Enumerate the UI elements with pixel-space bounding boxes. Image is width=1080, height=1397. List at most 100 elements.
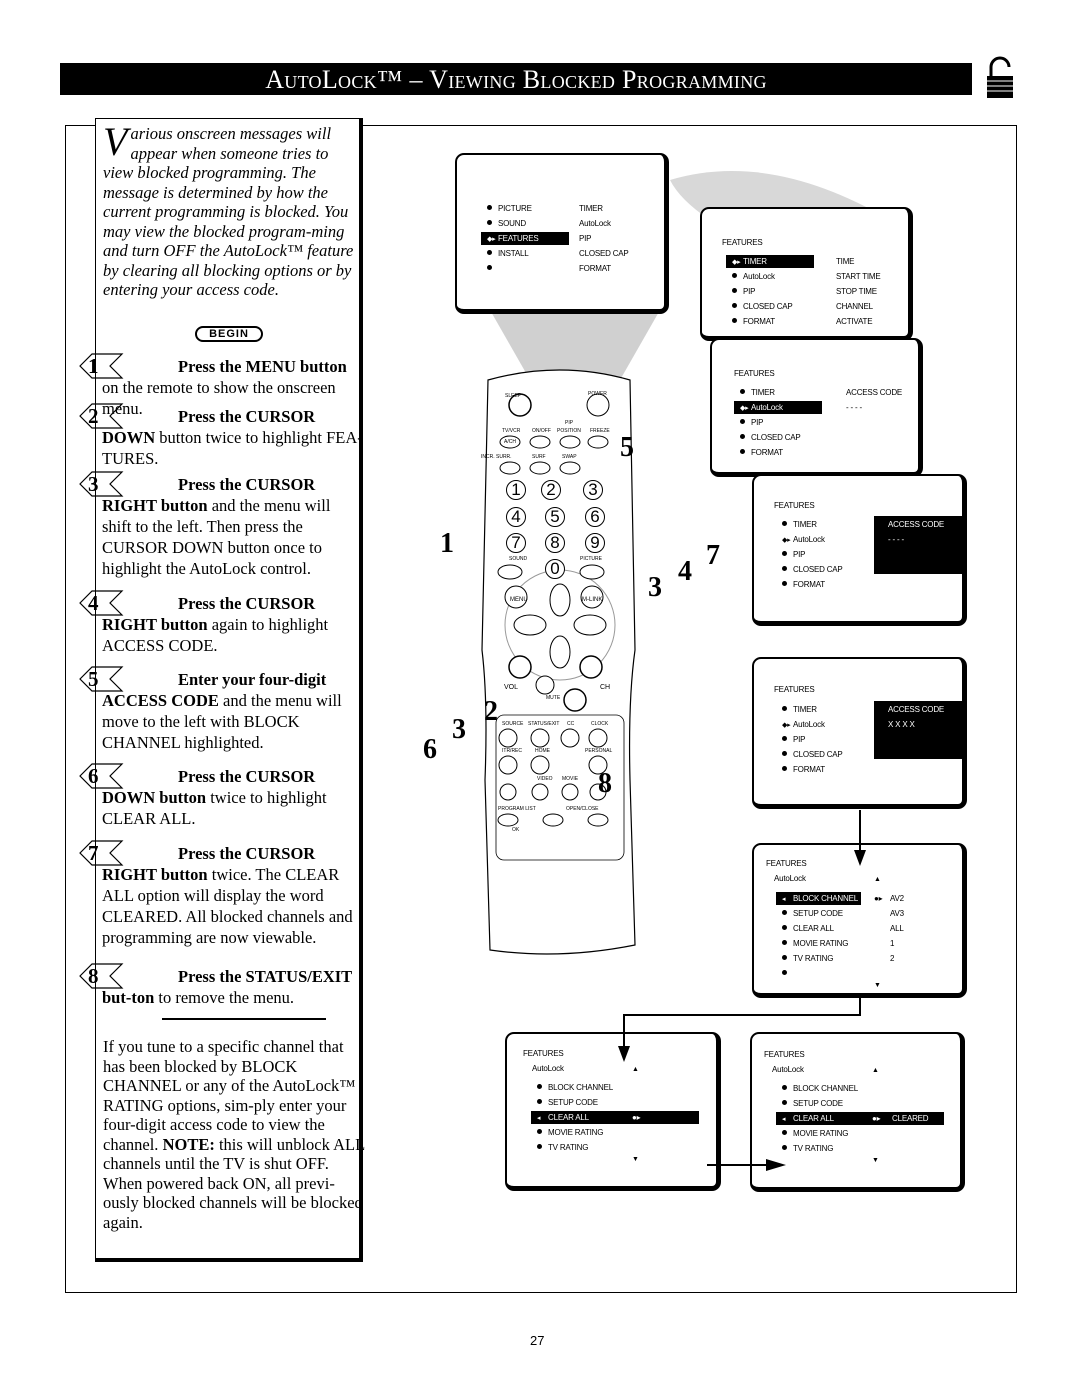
menu-item[interactable]: CLOSED CAP [776,563,926,576]
menu-item[interactable]: BLOCK CHANNEL [776,1082,926,1095]
remote-button-surf[interactable]: SURF [532,454,546,460]
remote-digit-button[interactable]: 0 [545,559,565,579]
menu-item[interactable]: TV RATING [776,1142,926,1155]
remote-button-swap[interactable]: SWAP [562,454,577,460]
remote-button-open-close[interactable]: OPEN/CLOSE [566,806,599,812]
scroll-down-icon: ▼ [872,1157,879,1164]
menu-item[interactable]: PIP [776,548,926,561]
menu-item-label: MOVIE RATING [793,1129,849,1138]
remote-button-ok[interactable]: OK [512,827,519,833]
remote-button-cc[interactable]: CC [567,721,574,727]
menu-screen-3: FEATURES TIMER ACCESS CODE ◆▸ AutoLock - - - … [710,338,923,477]
remote-digit-button[interactable]: 8 [545,533,565,553]
remote-digit-button[interactable]: 6 [585,507,605,527]
cursor-icon: ◆▸ [782,537,791,544]
menu-screen-8: FEATURES AutoLock ▲ BLOCK CHANNEL SETUP CODE… [750,1032,965,1192]
remote-button-status-exit[interactable]: STATUS/EXIT [528,721,559,727]
remote-button-itr-rec[interactable]: ITR/REC [502,748,522,754]
bullet-icon [740,434,745,439]
bullet-icon [732,273,737,278]
menu-item[interactable]: ◆▸ AutoLock [776,718,926,731]
remote-digit-button[interactable]: 9 [585,533,605,553]
menu-item[interactable]: ◆▸ AutoLock [734,401,822,414]
remote-button-a-ch[interactable]: A/CH [504,439,516,445]
menu-item[interactable]: MOVIE RATING [531,1126,681,1139]
menu-item[interactable]: MOVIE RATING [776,937,926,950]
remote-button-freeze[interactable]: FREEZE [590,428,610,434]
remote-button-home[interactable]: HOME [535,748,550,754]
menu-item[interactable]: FORMAT [776,763,926,776]
bullet-icon [487,205,492,210]
menu-item[interactable]: ◆▸ TIMER [726,255,814,268]
remote-button-sound[interactable]: SOUND [509,556,527,562]
menu-item[interactable]: TV RATING [531,1141,681,1154]
remote-button-pip[interactable]: PIP [565,420,573,426]
menu-screen-4: FEATURES ACCESS CODE - - - - TIMER ◆▸ AutoLoc… [752,474,967,626]
remote-button-sleep[interactable]: SLEEP [505,393,521,399]
remote-button-ch[interactable]: CH [600,684,610,691]
menu-item-value: START TIME [836,272,881,281]
remote-digit-button[interactable]: 5 [545,507,565,527]
bullet-icon [537,1099,542,1104]
menu-item[interactable]: ◂ CLEAR ALL [531,1111,699,1124]
menu-item[interactable]: ◆▸ FEATURES [481,232,569,245]
begin-badge: BEGIN [195,326,263,342]
remote-button-movie[interactable]: MOVIE [562,776,578,782]
menu-item[interactable]: PIP [776,733,926,746]
menu-item[interactable] [776,967,926,980]
remote-button-vol[interactable]: VOL [504,684,518,691]
step-3: 3 Press the CURSOR RIGHT button and the m… [78,471,363,579]
menu-item[interactable]: TIMER [776,703,926,716]
menu-item[interactable]: PIP [734,416,884,429]
menu-item[interactable]: ◂ BLOCK CHANNEL [776,892,861,905]
cursor-icon: ◂ [782,896,786,903]
remote-digit-button[interactable]: 7 [506,533,526,553]
menu-item[interactable]: SETUP CODE [776,1097,926,1110]
bullet-icon [782,706,787,711]
menu-item[interactable]: FORMAT [776,578,926,591]
menu-heading: FEATURES [766,859,807,868]
menu-heading: FEATURES [774,685,815,694]
menu-item[interactable]: FORMAT [734,446,884,459]
remote-button-picture[interactable]: PICTURE [580,556,602,562]
remote-digit-button[interactable]: 3 [583,480,603,500]
menu-item[interactable]: CLOSED CAP [734,431,884,444]
menu-item[interactable]: BLOCK CHANNEL [531,1081,681,1094]
menu-item[interactable]: TIMER [776,518,926,531]
remote-digit-button[interactable]: 1 [506,480,526,500]
menu-item-label: PICTURE [498,204,532,213]
menu-item[interactable]: CLOSED CAP [776,748,926,761]
remote-button-on-off[interactable]: ON/OFF [532,428,551,434]
step-number: 6 [88,764,99,788]
remote-button-tv-vcr[interactable]: TV/VCR [502,428,520,434]
remote-digit-button[interactable]: 2 [541,480,561,500]
remote-button-source[interactable]: SOURCE [502,721,523,727]
remote-button-clock[interactable]: CLOCK [591,721,608,727]
remote-button-menu[interactable]: MENU [510,597,528,603]
cursor-icon: ◆▸ [782,722,791,729]
note-label: NOTE: [162,1134,215,1154]
page-number: 27 [530,1333,545,1348]
remote-button-power[interactable]: POWER [588,391,607,397]
remote-button-position[interactable]: POSITION [557,428,581,434]
bullet-icon [487,220,492,225]
menu-item[interactable]: ◆▸ AutoLock [776,533,926,546]
page-title: AutoLock™ – Viewing Blocked Programming [60,63,972,95]
remote-button-personal[interactable]: PERSONAL [585,748,612,754]
remote-button-program-list[interactable]: PROGRAM LIST [498,806,536,812]
menu-item[interactable]: MOVIE RATING [776,1127,926,1140]
menu-screen-1: PICTURE TIMER SOUND AutoLock ◆▸ FEATURES PIP IN… [455,153,669,314]
remote-button-video[interactable]: VIDEO [537,776,553,782]
cursor-icon: ◂ [537,1115,541,1122]
remote-button-mute[interactable]: MUTE [546,695,560,701]
cursor-icon: ◆▸ [732,259,741,266]
remote-button-m-link[interactable]: M-LINK [582,597,602,603]
remote-button-incr-surr-[interactable]: INCR. SURR. [481,454,512,460]
remote-digit-button[interactable]: 4 [506,507,526,527]
menu-item[interactable]: SETUP CODE [531,1096,681,1109]
lock-icon [987,56,1013,98]
menu-item[interactable]: PICTURE [481,202,631,215]
bullet-icon [782,940,787,945]
menu-item-label: PIP [793,735,806,744]
menu-item[interactable]: TV RATING [776,952,926,965]
